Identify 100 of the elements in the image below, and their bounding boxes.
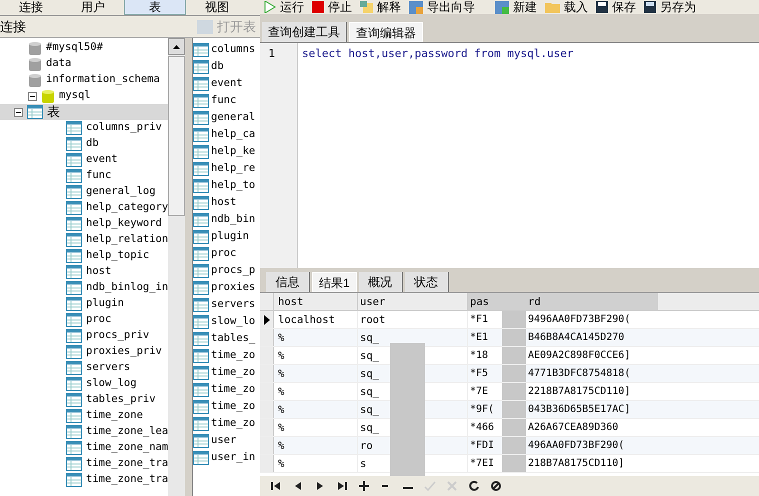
- collapse-icon[interactable]: [14, 108, 23, 116]
- scroll-up-icon[interactable]: [173, 44, 180, 48]
- column-header[interactable]: rd: [528, 293, 541, 310]
- toolbar-button[interactable]: 停止: [312, 1, 352, 13]
- tree-item[interactable]: db: [0, 136, 168, 152]
- collapse-icon[interactable]: [28, 92, 37, 100]
- table-list-item[interactable]: func: [193, 92, 260, 109]
- tab[interactable]: 表: [124, 0, 186, 15]
- table-list-item[interactable]: servers: [193, 296, 260, 313]
- tree-item[interactable]: help_topic: [0, 248, 168, 264]
- tab[interactable]: 信息: [266, 272, 310, 292]
- table-list-item[interactable]: ndb_bin: [193, 211, 260, 228]
- toolbar-button[interactable]: 新建: [495, 0, 537, 14]
- toolbar-button[interactable]: 另存为: [644, 1, 696, 13]
- table-list-item[interactable]: user_in: [193, 449, 260, 466]
- tree-item[interactable]: help_category: [0, 200, 168, 216]
- tree-item[interactable]: event: [0, 152, 168, 168]
- tree-item[interactable]: help_keyword: [0, 216, 168, 232]
- tab[interactable]: 用户: [62, 0, 124, 15]
- tree-item[interactable]: #mysql50#: [0, 40, 168, 56]
- tree-item[interactable]: tables_priv: [0, 392, 168, 408]
- tree-item[interactable]: time_zone_lea: [0, 424, 168, 440]
- tab[interactable]: 查询编辑器: [349, 22, 423, 42]
- result-row[interactable]: % sq_ *9F( 043B36D65B5E17AC]: [260, 401, 759, 419]
- tree-item[interactable]: proc: [0, 312, 168, 328]
- scrollbar[interactable]: [168, 38, 185, 496]
- result-row[interactable]: % sq_ *466 A26A67CEA89D360: [260, 419, 759, 437]
- table-icon: [66, 409, 82, 423]
- toolbar-button[interactable]: 运行: [264, 1, 304, 13]
- tree-item[interactable]: host: [0, 264, 168, 280]
- table-list-item[interactable]: tables_: [193, 330, 260, 347]
- table-list-item[interactable]: proc: [193, 245, 260, 262]
- table-list-item[interactable]: help_ca: [193, 126, 260, 143]
- table-list-item[interactable]: help_re: [193, 160, 260, 177]
- table-list-item[interactable]: db: [193, 58, 260, 75]
- table-list-item[interactable]: user: [193, 432, 260, 449]
- table-cell-text: 9496AA0FD73BF290(: [528, 313, 630, 327]
- column-header[interactable]: pas: [468, 293, 528, 310]
- toolbar-button[interactable]: 保存: [596, 1, 636, 13]
- tree-item[interactable]: general_log: [0, 184, 168, 200]
- tab[interactable]: 结果1: [312, 272, 357, 292]
- tree-item[interactable]: func: [0, 168, 168, 184]
- table-list-item[interactable]: help_to: [193, 177, 260, 194]
- table-list-item[interactable]: time_zo: [193, 415, 260, 432]
- table-list-item[interactable]: columns: [193, 41, 260, 58]
- sql-editor[interactable]: 1 select host,user,password from mysql.user: [260, 42, 759, 268]
- table-list-item[interactable]: time_zo: [193, 347, 260, 364]
- refresh-icon[interactable]: [468, 480, 480, 492]
- table-list-item[interactable]: procs_p: [193, 262, 260, 279]
- tab[interactable]: 查询创建工具: [262, 22, 347, 42]
- tree-item[interactable]: plugin: [0, 296, 168, 312]
- table-list-item[interactable]: proxies: [193, 279, 260, 296]
- table-list-item[interactable]: general: [193, 109, 260, 126]
- tree-item[interactable]: time_zone_tra: [0, 456, 168, 472]
- tab[interactable]: 视图: [186, 0, 248, 15]
- tab[interactable]: 概况: [358, 272, 403, 292]
- table-list-item[interactable]: event: [193, 75, 260, 92]
- result-row[interactable]: % sq_ *F5 4771B3DFC8754818(: [260, 365, 759, 383]
- cancel-icon[interactable]: [490, 480, 502, 492]
- result-row[interactable]: % ro *FDI 496AA0FD73BF290(: [260, 437, 759, 455]
- toolbar-button[interactable]: 载入: [545, 1, 588, 13]
- toolbar-button[interactable]: 导出向导: [409, 0, 475, 14]
- tree-item[interactable]: procs_priv: [0, 328, 168, 344]
- result-row[interactable]: localhost root *F1 9496AA0FD73BF290(: [260, 311, 759, 329]
- table-list-item[interactable]: slow_lo: [193, 313, 260, 330]
- table-list-item[interactable]: host: [193, 194, 260, 211]
- plus-icon[interactable]: [358, 480, 370, 492]
- tab[interactable]: 状态: [404, 272, 449, 292]
- table-list-item[interactable]: help_ke: [193, 143, 260, 160]
- redaction-block: [502, 383, 526, 400]
- table-icon: [66, 313, 82, 327]
- table-list-item[interactable]: time_zo: [193, 364, 260, 381]
- last-record-icon[interactable]: [336, 480, 348, 492]
- table-list-item[interactable]: time_zo: [193, 381, 260, 398]
- table-cell-text: *7E: [469, 385, 490, 399]
- tree-item[interactable]: columns_priv: [0, 120, 168, 136]
- result-row[interactable]: % s *7EI 218B7A8175CD110]: [260, 455, 759, 473]
- first-record-icon[interactable]: [270, 480, 282, 492]
- table-list-item[interactable]: time_zo: [193, 398, 260, 415]
- tree-item[interactable]: time_zone_tra: [0, 472, 168, 488]
- result-row[interactable]: % sq_ *18 AE09A2C898F0CCE6]: [260, 347, 759, 365]
- row-indicator[interactable]: [260, 311, 274, 328]
- tree-item[interactable]: servers: [0, 360, 168, 376]
- result-row[interactable]: % sq_ *E1 B46B8A4CA145D270: [260, 329, 759, 347]
- column-header[interactable]: host: [274, 293, 358, 310]
- table-icon: [66, 137, 82, 151]
- tree-item[interactable]: ndb_binlog_in: [0, 280, 168, 296]
- table-list-item[interactable]: plugin: [193, 228, 260, 245]
- result-row[interactable]: % sq_ *7E 2218B7A8175CD110]: [260, 383, 759, 401]
- tree-item[interactable]: help_relation: [0, 232, 168, 248]
- toolbar-button[interactable]: 解释: [360, 0, 401, 14]
- tree-item[interactable]: information_schema: [0, 72, 168, 88]
- tree-item[interactable]: 表: [0, 104, 168, 120]
- tree-item[interactable]: mysql: [0, 88, 168, 104]
- tree-item[interactable]: data: [0, 56, 168, 72]
- tree-item[interactable]: slow_log: [0, 376, 168, 392]
- tab[interactable]: 连接: [0, 0, 62, 15]
- tree-item[interactable]: proxies_priv: [0, 344, 168, 360]
- tree-item[interactable]: time_zone: [0, 408, 168, 424]
- tree-item[interactable]: time_zone_nam: [0, 440, 168, 456]
